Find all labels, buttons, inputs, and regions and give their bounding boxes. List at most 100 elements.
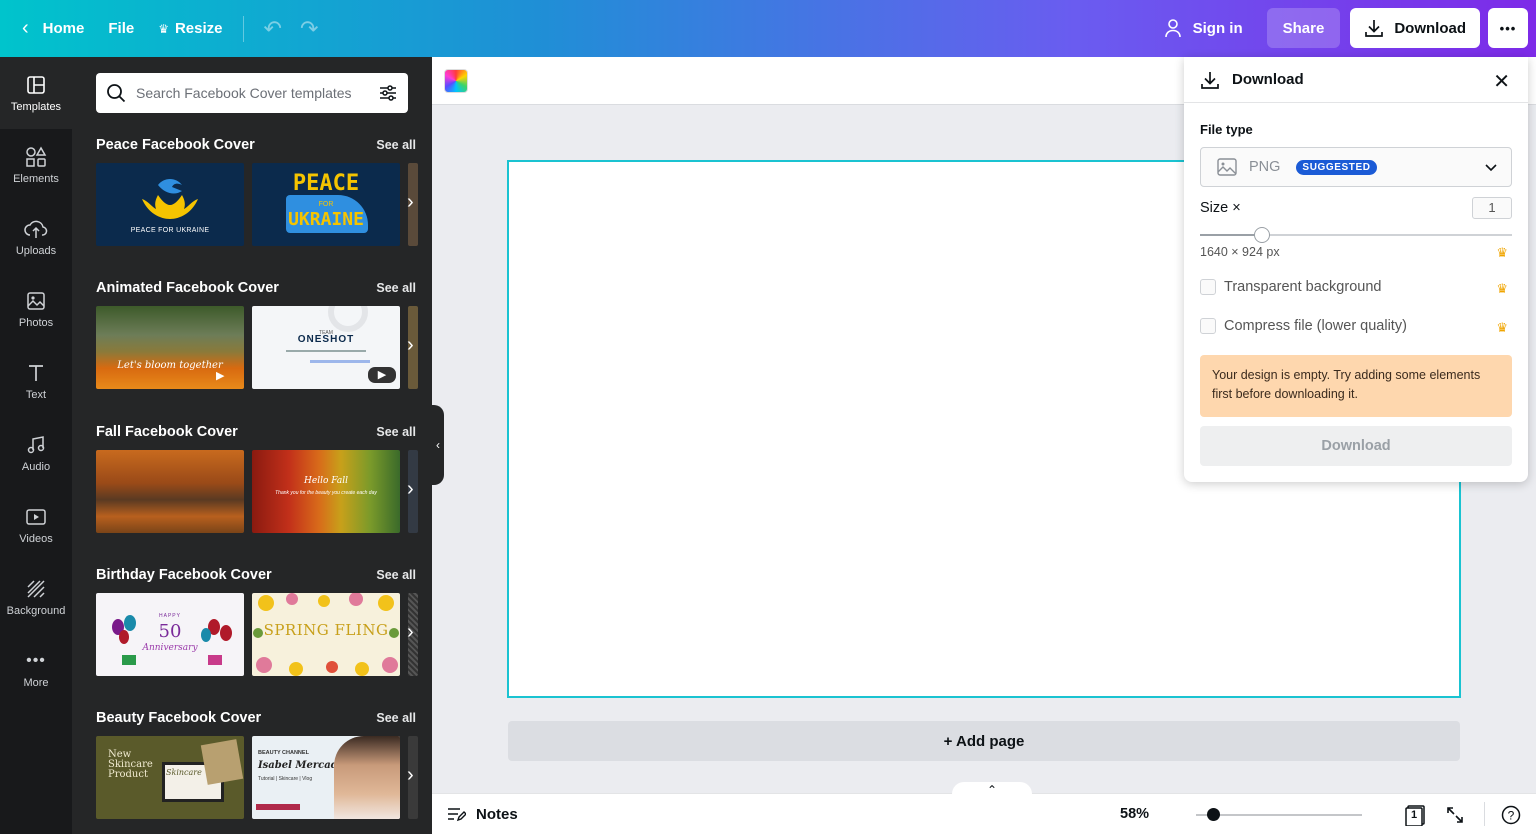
portrait-photo [334,736,400,819]
rail-item-videos[interactable]: Videos [0,489,72,561]
template-section-peace: Peace Facebook Cover See all PEACE FOR U… [96,134,418,246]
share-label: Share [1282,19,1325,37]
background-color-button[interactable] [444,69,468,93]
redo-icon[interactable]: ↷ [294,16,330,42]
zoom-level[interactable]: 58% [1120,806,1149,822]
home-button[interactable]: ‹ Home [10,9,96,49]
template-thumbnail[interactable]: Let's bloom together ▶ [96,306,244,389]
thumbnail-text: 50 [158,621,182,642]
scroll-next-button[interactable]: › [407,736,418,819]
template-thumbnail[interactable]: PEACE FOR UKRAINE [96,163,244,246]
size-slider-handle[interactable] [1254,227,1270,243]
left-rail: Templates Elements Uploads Photos Text A… [0,57,72,834]
thumbnail-subtext: FOR [318,201,334,208]
close-icon[interactable]: ✕ [1493,69,1510,94]
file-type-select[interactable]: PNG SUGGESTED [1200,147,1512,187]
download-button[interactable]: Download [1350,8,1480,48]
rail-item-audio[interactable]: Audio [0,417,72,489]
template-thumbnail[interactable]: New Skincare Product Skincare [96,736,244,819]
transparent-background-label: Transparent background [1224,279,1382,295]
download-icon [1201,71,1219,89]
file-menu-button[interactable]: File [96,9,146,49]
subscribe-bar [256,804,300,810]
template-thumbnail[interactable] [96,450,244,533]
sign-in-label: Sign in [1192,19,1243,37]
thumbnail-text: Isabel Mercado [258,760,345,771]
rail-item-more[interactable]: ••• More [0,633,72,705]
decorative-circle [328,306,368,332]
notes-label: Notes [476,805,518,823]
thumbnail-subtext: Thank you for the beauty you create each… [275,490,377,496]
add-page-button[interactable]: + Add page [508,721,1460,761]
more-options-button[interactable]: ••• [1488,8,1528,48]
thumbnail-subtext: BEAUTY CHANNEL [258,750,309,756]
scroll-next-button[interactable]: › [407,593,418,676]
see-all-link[interactable]: See all [376,711,416,725]
compress-file-option[interactable]: Compress file (lower quality) [1200,318,1407,334]
section-title: Fall Facebook Cover [96,424,238,440]
rail-item-photos[interactable]: Photos [0,273,72,345]
zoom-slider[interactable] [1196,814,1362,816]
fullscreen-button[interactable] [1444,804,1466,826]
sign-in-button[interactable]: Sign in [1151,18,1255,38]
rail-item-background[interactable]: Background [0,561,72,633]
play-icon: ▶ [368,367,396,383]
template-thumbnail[interactable]: PEACE FOR UKRAINE [252,163,400,246]
resize-button[interactable]: ♛ Resize [146,9,234,49]
help-button[interactable]: ? [1500,804,1522,826]
resize-label: Resize [174,20,223,37]
see-all-link[interactable]: See all [376,568,416,582]
user-icon [1164,19,1181,38]
svg-text:?: ? [1508,809,1515,823]
size-input[interactable]: 1 [1472,197,1512,219]
rail-item-text[interactable]: Text [0,345,72,417]
crown-icon: ♛ [1496,281,1508,296]
thumbnail-text: ONESHOT [297,334,355,345]
search-icon [107,84,126,103]
crown-icon: ♛ [1496,320,1508,335]
download-submit-button[interactable]: Download [1200,426,1512,466]
rail-item-templates[interactable]: Templates [0,57,72,129]
rail-item-uploads[interactable]: Uploads [0,201,72,273]
transparent-background-option[interactable]: Transparent background [1200,279,1381,295]
elements-icon [24,145,48,169]
see-all-link[interactable]: See all [376,281,416,295]
template-thumbnail[interactable]: HAPPY 50 Anniversary [96,593,244,676]
section-title: Beauty Facebook Cover [96,710,262,726]
search-input[interactable] [136,85,378,101]
chevron-left-icon: ‹ [436,438,440,452]
scroll-next-button[interactable]: › [407,306,418,389]
notes-button[interactable]: Notes [446,805,518,823]
undo-icon[interactable]: ↶ [252,16,294,42]
videos-icon [24,505,48,529]
filter-icon[interactable] [378,83,398,103]
page-count-button[interactable]: 1 [1404,804,1426,826]
thumbnail-text: SPRING FLING [263,621,389,639]
show-pages-button[interactable]: ⌃ [952,782,1032,797]
share-button[interactable]: Share [1266,8,1341,48]
see-all-link[interactable]: See all [376,138,416,152]
chevron-right-icon: › [407,621,414,643]
size-slider[interactable] [1200,234,1512,236]
template-thumbnail[interactable]: BEAUTY CHANNEL Isabel Mercado Tutorial |… [252,736,400,819]
download-label: Download [1394,19,1466,37]
see-all-link[interactable]: See all [376,425,416,439]
scroll-next-button[interactable]: › [407,163,418,246]
collapse-panel-button[interactable]: ‹ [432,405,444,485]
divider [1484,802,1485,826]
template-thumbnail[interactable]: SPRING FLING [252,593,400,676]
scroll-next-button[interactable]: › [407,450,418,533]
templates-icon [24,73,48,97]
template-section-fall: Fall Facebook Cover See all Hello Fall T… [96,421,418,533]
template-thumbnail[interactable]: TEAM ONESHOT ▶ [252,306,400,389]
compress-file-checkbox[interactable] [1200,318,1216,334]
rail-item-elements[interactable]: Elements [0,129,72,201]
thumbnail-subtext: Skincare [166,768,202,777]
transparent-background-checkbox[interactable] [1200,279,1216,295]
chevron-right-icon: › [407,478,414,500]
rail-label: Photos [18,317,54,329]
thumbnail-text: UKRAINE [288,209,364,230]
audio-icon [24,433,48,457]
template-thumbnail[interactable]: Hello Fall Thank you for the beauty you … [252,450,400,533]
zoom-slider-handle[interactable] [1206,808,1220,821]
